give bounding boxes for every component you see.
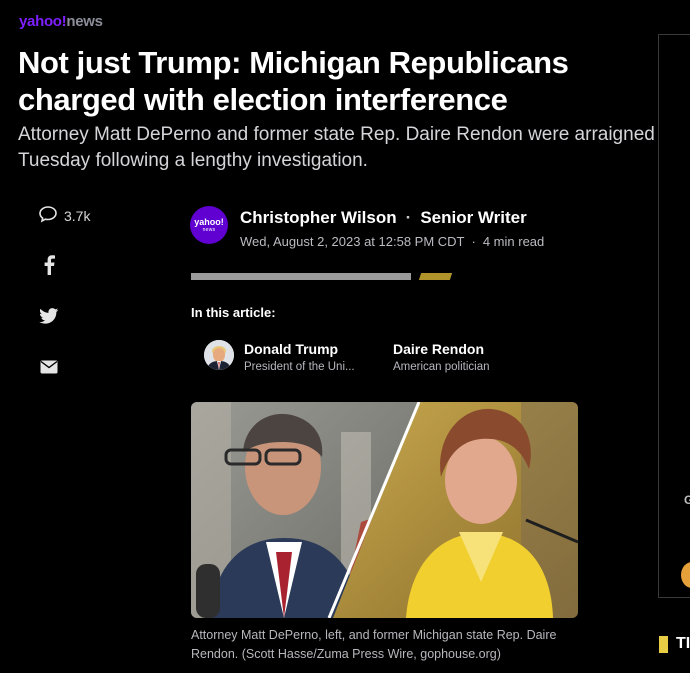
section-divider xyxy=(191,273,411,280)
author-name[interactable]: Christopher Wilson xyxy=(240,208,397,227)
article-meta: Wed, August 2, 2023 at 12:58 PM CDT · 4 mi… xyxy=(240,234,544,249)
divider-accent xyxy=(418,273,453,280)
article-photo[interactable] xyxy=(191,402,578,618)
comments-button[interactable]: 3.7k xyxy=(38,205,90,226)
entity-daire-rendon[interactable]: Daire Rendon American politician xyxy=(393,341,490,373)
entity-name: Daire Rendon xyxy=(393,341,485,357)
comments-count: 3.7k xyxy=(64,207,91,224)
read-time: 4 min read xyxy=(482,234,545,249)
article-byline: yahoo! news Christopher Wilson · Senior Wr… xyxy=(190,206,610,249)
publish-date: Wed, August 2, 2023 at 12:58 PM CDT xyxy=(240,234,465,249)
entity-description: President of the Uni... xyxy=(244,361,355,373)
right-rail-marker xyxy=(659,636,668,653)
right-rail-text: G xyxy=(684,493,690,507)
facebook-icon xyxy=(44,255,55,275)
yahoo-wordmark: yahoo! xyxy=(19,13,67,30)
entity-name: Donald Trump xyxy=(244,341,339,357)
comment-icon xyxy=(38,205,58,226)
separator-dot: · xyxy=(471,234,476,249)
entity-donald-trump[interactable]: Donald Trump President of the Uni... xyxy=(244,341,355,373)
author-title: Senior Writer xyxy=(420,208,527,227)
article-subhead: Attorney Matt DePerno and former state R… xyxy=(18,124,655,171)
entity-avatar-trump[interactable] xyxy=(204,340,234,370)
right-rail-ad[interactable] xyxy=(658,34,690,598)
facebook-share-button[interactable] xyxy=(38,254,60,276)
yahoo-news-logo[interactable]: yahoo!news xyxy=(19,13,103,30)
article-headline: Not just Trump: Michigan Republicans cha… xyxy=(18,45,569,117)
news-wordmark: news xyxy=(66,13,103,30)
entity-description: American politician xyxy=(393,361,490,373)
twitter-icon xyxy=(39,308,59,324)
email-icon xyxy=(40,360,58,374)
publisher-avatar[interactable]: yahoo! news xyxy=(190,206,228,244)
author-line: Christopher Wilson · Senior Writer xyxy=(240,208,527,228)
email-share-button[interactable] xyxy=(38,356,60,378)
photo-caption: Attorney Matt DePerno, left, and former … xyxy=(191,628,557,661)
in-this-article-label: In this article: xyxy=(191,305,276,320)
right-rail-heading[interactable]: TI xyxy=(676,635,690,653)
separator-dot: · xyxy=(405,208,412,227)
twitter-share-button[interactable] xyxy=(38,305,60,327)
